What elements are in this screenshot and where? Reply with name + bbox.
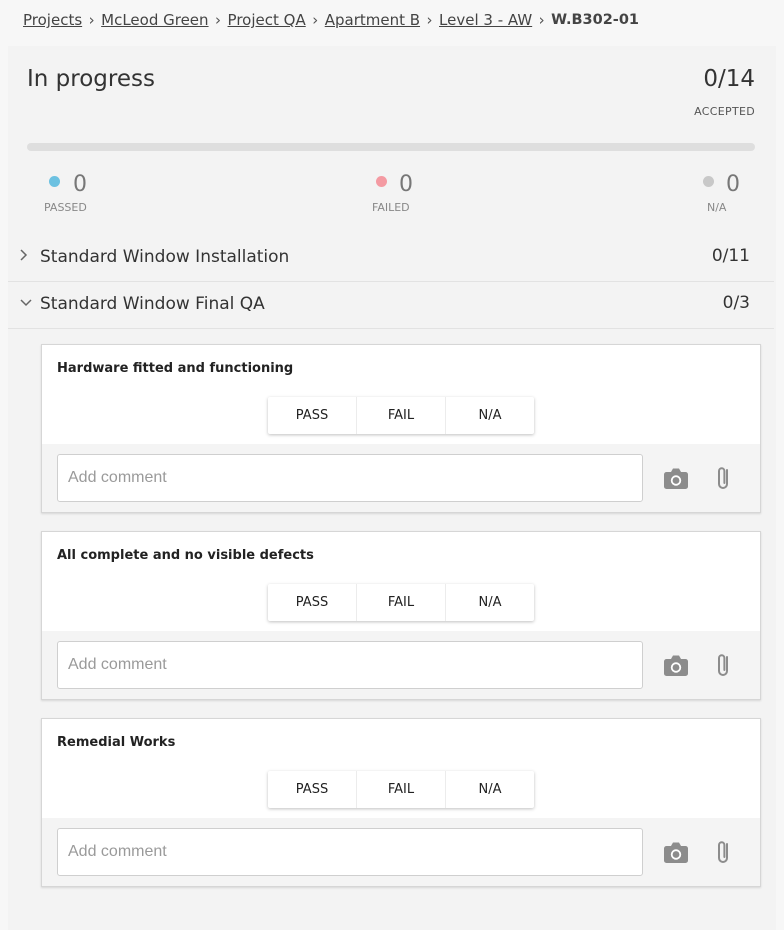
na-button[interactable]: N/A xyxy=(446,584,534,621)
failed-label: FAILED xyxy=(372,201,410,214)
card-footer xyxy=(42,444,760,512)
chevron-down-icon xyxy=(19,295,33,313)
result-choice-group: PASS FAIL N/A xyxy=(268,584,534,621)
breadcrumb-link-level-3[interactable]: Level 3 - AW xyxy=(439,11,532,29)
breadcrumb-separator-icon: › xyxy=(312,11,319,29)
breadcrumb-separator-icon: › xyxy=(538,11,545,29)
na-label: N/A xyxy=(707,201,727,214)
breadcrumb-current: W.B302-01 xyxy=(551,12,640,28)
section-standard-window-installation[interactable]: Standard Window Installation 0/11 xyxy=(8,235,774,282)
checklist-item-card: Remedial Works PASS FAIL N/A xyxy=(41,718,761,887)
result-choice-group: PASS FAIL N/A xyxy=(268,397,534,434)
section-count: 0/11 xyxy=(711,246,750,266)
paperclip-icon[interactable] xyxy=(711,651,737,677)
breadcrumb-separator-icon: › xyxy=(215,11,222,29)
breadcrumb: Projects › McLeod Green › Project QA › A… xyxy=(23,8,639,32)
camera-icon[interactable] xyxy=(663,840,689,866)
passed-dot-icon xyxy=(49,176,60,187)
paperclip-icon[interactable] xyxy=(711,838,737,864)
failed-count: 0 xyxy=(399,172,413,197)
checklist-item-card: Hardware fitted and functioning PASS FAI… xyxy=(41,344,761,513)
section-count: 0/3 xyxy=(722,293,750,313)
checklist-item-card: All complete and no visible defects PASS… xyxy=(41,531,761,700)
item-title: All complete and no visible defects xyxy=(57,548,314,563)
breadcrumb-separator-icon: › xyxy=(426,11,433,29)
breadcrumb-link-projects[interactable]: Projects xyxy=(23,11,82,29)
na-button[interactable]: N/A xyxy=(446,397,534,434)
na-dot-icon xyxy=(703,176,714,187)
result-choice-group: PASS FAIL N/A xyxy=(268,771,534,808)
status-label: In progress xyxy=(27,66,155,92)
stat-passed: 0 PASSED xyxy=(44,172,104,216)
na-count: 0 xyxy=(726,172,740,197)
paperclip-icon[interactable] xyxy=(711,464,737,490)
card-footer xyxy=(42,631,760,699)
camera-icon[interactable] xyxy=(663,466,689,492)
section-title: Standard Window Final QA xyxy=(40,294,265,314)
fail-button[interactable]: FAIL xyxy=(357,584,446,621)
section-standard-window-final-qa[interactable]: Standard Window Final QA 0/3 xyxy=(8,282,774,329)
passed-count: 0 xyxy=(73,172,87,197)
chevron-right-icon xyxy=(19,248,33,266)
breadcrumb-link-apartment-b[interactable]: Apartment B xyxy=(325,11,420,29)
comment-input[interactable] xyxy=(57,641,643,689)
fail-button[interactable]: FAIL xyxy=(357,771,446,808)
stat-failed: 0 FAILED xyxy=(372,172,432,216)
breadcrumb-link-mcleod-green[interactable]: McLeod Green xyxy=(101,11,208,29)
pass-button[interactable]: PASS xyxy=(268,771,357,808)
section-title: Standard Window Installation xyxy=(40,247,290,267)
comment-input[interactable] xyxy=(57,454,643,502)
accepted-label: ACCEPTED xyxy=(694,105,755,118)
na-button[interactable]: N/A xyxy=(446,771,534,808)
camera-icon[interactable] xyxy=(663,653,689,679)
breadcrumb-link-project-qa[interactable]: Project QA xyxy=(228,11,306,29)
comment-input[interactable] xyxy=(57,828,643,876)
stat-na: 0 N/A xyxy=(702,172,752,216)
item-title: Remedial Works xyxy=(57,735,176,750)
pass-button[interactable]: PASS xyxy=(268,397,357,434)
progress-bar xyxy=(27,143,755,151)
pass-button[interactable]: PASS xyxy=(268,584,357,621)
fail-button[interactable]: FAIL xyxy=(357,397,446,434)
breadcrumb-separator-icon: › xyxy=(88,11,95,29)
progress-count: 0/14 xyxy=(703,66,755,92)
failed-dot-icon xyxy=(376,176,387,187)
item-title: Hardware fitted and functioning xyxy=(57,361,294,376)
card-footer xyxy=(42,818,760,886)
passed-label: PASSED xyxy=(44,201,87,214)
